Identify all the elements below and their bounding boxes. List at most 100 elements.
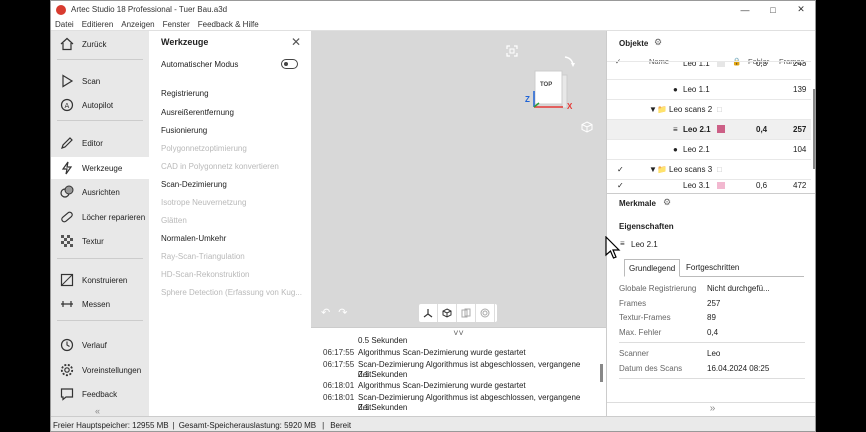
object-row[interactable]: ✓ Leo 3.1 0,6 472	[607, 179, 811, 189]
texture-view-icon[interactable]	[476, 304, 495, 322]
log-panel: ˅˅ 0.5 Sekunden 06:17:55 Algorithmus Scan…	[311, 327, 606, 416]
tab-fortgeschritten[interactable]: Fortgeschritten	[682, 259, 743, 277]
log-row: 0.1 Sekunden	[358, 403, 408, 412]
nav-konstruieren[interactable]: Konstruieren	[51, 269, 149, 291]
left-navigation: Zurück Scan A Autopilot Editor Werkzeuge…	[51, 31, 149, 416]
close-window-icon[interactable]: ✕	[787, 1, 815, 18]
feedback-icon	[59, 386, 75, 402]
menu-editieren[interactable]: Editieren	[78, 20, 118, 29]
menu-feedback-hilfe[interactable]: Feedback & Hilfe	[194, 20, 263, 29]
object-row[interactable]: Leo 1.1 0,3 243	[607, 61, 811, 73]
tools-panel: Werkzeuge ✕ Automatischer Modus Registri…	[149, 31, 311, 416]
color-swatch[interactable]	[717, 182, 725, 189]
window-title: Artec Studio 18 Professional - Tuer Bau.…	[71, 5, 228, 14]
tool-scan-dezimierung[interactable]: Scan-Dezimierung	[161, 180, 227, 189]
color-swatch[interactable]	[717, 125, 725, 133]
log-scrollbar[interactable]	[600, 364, 603, 382]
tool-normalen-umkehr[interactable]: Normalen-Umkehr	[161, 234, 226, 243]
merkmale-settings-icon[interactable]: ⚙	[663, 197, 671, 208]
nav-label: Verlauf	[82, 340, 107, 350]
expand-arrow-icon[interactable]: ▼	[649, 160, 657, 180]
collapse-nav-icon[interactable]: «	[95, 406, 100, 416]
nav-label: Werkzeuge	[82, 163, 123, 173]
divider	[57, 258, 143, 259]
align-icon	[59, 184, 75, 200]
nav-editor[interactable]: Editor	[51, 132, 149, 154]
nav-loecher-reparieren[interactable]: Löcher reparieren	[51, 206, 149, 228]
nav-scan[interactable]: Scan	[51, 70, 149, 92]
color-swatch[interactable]	[717, 62, 725, 67]
menu-fenster[interactable]: Fenster	[159, 20, 194, 29]
auto-mode-toggle[interactable]	[281, 59, 298, 69]
nav-label: Ausrichten	[82, 187, 120, 197]
status-bar: Freier Hauptspeicher: 12955 MB | Gesamt-…	[51, 416, 815, 431]
group-row[interactable]: ✓ ▼ 📁 Leo scans 3 □	[607, 159, 811, 179]
nav-feedback[interactable]: Feedback	[51, 383, 149, 405]
nav-messen[interactable]: Messen	[51, 293, 149, 315]
menu-datei[interactable]: Datei	[51, 20, 78, 29]
history-icon	[59, 337, 75, 353]
object-row[interactable]: ● Leo 1.1 139	[607, 79, 811, 99]
expand-panel-icon[interactable]: »	[607, 402, 815, 416]
status-state: Bereit	[330, 420, 352, 430]
tool-registrierung[interactable]: Registrierung	[161, 89, 209, 98]
3d-viewport[interactable]: TOP X Z ↶ ↷	[311, 31, 606, 327]
nav-voreinstellungen[interactable]: Voreinstellungen	[51, 359, 149, 381]
tool-ausreisserentfernung[interactable]: Ausreißerentfernung	[161, 108, 234, 117]
tool-hd-scan-rekonstruktion: HD-Scan-Rekonstruktion	[161, 270, 250, 279]
visible-check-icon[interactable]: ✓	[617, 180, 624, 189]
view-cube-face: TOP	[540, 82, 553, 88]
minimize-icon[interactable]: —	[731, 1, 759, 18]
objects-settings-icon[interactable]: ⚙	[654, 37, 662, 48]
axis-x-label: X	[567, 102, 573, 111]
close-icon[interactable]: ✕	[291, 35, 301, 49]
object-row[interactable]: ● Leo 2.1 104	[607, 139, 811, 159]
nav-label: Editor	[82, 138, 103, 148]
divider	[619, 378, 805, 379]
svg-text:A: A	[65, 102, 70, 110]
merkmale-title: Merkmale	[619, 199, 656, 208]
tool-fusionierung[interactable]: Fusionierung	[161, 126, 207, 135]
nav-label: Messen	[82, 299, 111, 309]
nav-werkzeuge[interactable]: Werkzeuge	[51, 157, 149, 179]
play-icon	[59, 73, 75, 89]
xray-view-icon[interactable]	[457, 304, 476, 322]
object-row-selected[interactable]: ≡ Leo 2.1 0,4 257	[607, 119, 811, 139]
fit-view-icon[interactable]	[506, 45, 518, 59]
nav-verlauf[interactable]: Verlauf	[51, 334, 149, 356]
right-panel: Objekte ⚙ ✓ Name 🔒 Fehler Frames Leo 1.1…	[606, 31, 815, 416]
home-icon	[59, 36, 75, 52]
nav-textur[interactable]: Textur	[51, 230, 149, 252]
gear-icon	[59, 362, 75, 378]
maximize-icon[interactable]: □	[759, 1, 787, 18]
texture-icon	[59, 233, 75, 249]
view-cube[interactable]: TOP X Z	[525, 55, 595, 117]
nav-autopilot[interactable]: A Autopilot	[51, 94, 149, 116]
tool-cad-konvertieren: CAD in Polygonnetz konvertieren	[161, 162, 279, 171]
nav-zurueck[interactable]: Zurück	[51, 33, 149, 55]
axes-icon[interactable]	[419, 304, 438, 322]
view-toolbar	[419, 304, 497, 322]
construct-icon	[59, 272, 75, 288]
undo-icon[interactable]: ↶	[321, 306, 330, 319]
tab-grundlegend[interactable]: Grundlegend	[624, 259, 681, 277]
divider	[607, 193, 815, 194]
expand-arrow-icon[interactable]: ▼	[649, 100, 657, 120]
menu-anzeigen[interactable]: Anzeigen	[117, 20, 158, 29]
nav-ausrichten[interactable]: Ausrichten	[51, 181, 149, 203]
solid-view-icon[interactable]	[438, 304, 457, 322]
status-memory: Freier Hauptspeicher: 12955 MB	[53, 420, 169, 430]
menu-bar: Datei Editieren Anzeigen Fenster Feedbac…	[51, 18, 815, 31]
redo-icon[interactable]: ↷	[338, 306, 347, 319]
divider	[619, 342, 805, 343]
tool-sphere-detection: Sphere Detection (Erfassung von Kug...	[161, 288, 302, 297]
perspective-cube-icon[interactable]	[581, 121, 593, 135]
log-row: 0.5 Sekunden	[358, 336, 408, 345]
tool-ray-scan-triangulation: Ray-Scan-Triangulation	[161, 252, 245, 261]
nav-label: Zurück	[82, 39, 107, 49]
group-row[interactable]: ▼ 📁 Leo scans 2 □	[607, 99, 811, 119]
objects-scrollbar[interactable]	[813, 89, 815, 169]
folder-icon: 📁	[657, 165, 667, 174]
visible-check-icon[interactable]: ✓	[617, 160, 624, 180]
hidden-color-icon: □	[717, 165, 722, 174]
